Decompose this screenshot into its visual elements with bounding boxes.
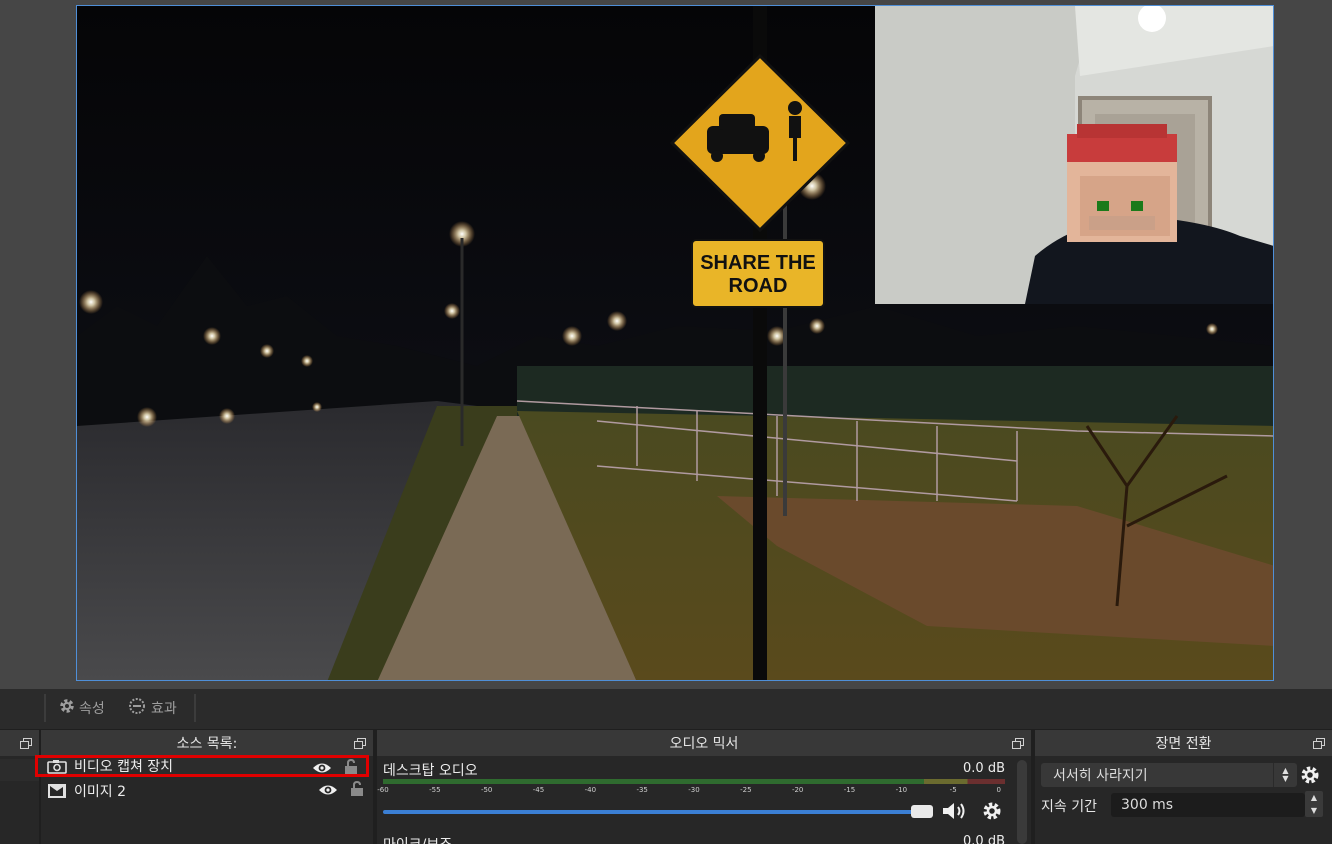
transition-select[interactable]: 서서히 사라지기 ▲ ▼ <box>1041 763 1297 787</box>
tick-label: -55 <box>429 786 441 794</box>
filters-button[interactable]: 효과 <box>128 695 177 721</box>
filter-icon <box>128 697 148 719</box>
tick-label: -30 <box>688 786 700 794</box>
duration-input[interactable]: 300 ms <box>1111 793 1305 817</box>
scene-list-item[interactable] <box>0 759 39 781</box>
webcam-overlay[interactable] <box>875 6 1273 304</box>
undock-icon[interactable] <box>354 738 366 749</box>
tick-label: 0 <box>996 786 1001 794</box>
mixer-title: 오디오 믹서 <box>669 736 739 752</box>
scenes-dock <box>0 730 39 844</box>
sign-line1: SHARE THE <box>700 252 816 274</box>
volume-meter <box>383 779 1005 784</box>
duration-spinner[interactable]: ▲ ▼ <box>1305 791 1323 817</box>
chevron-down-icon[interactable]: ▼ <box>1311 806 1317 815</box>
transitions-dock-title: 장면 전환 <box>1035 730 1332 756</box>
duration-label: 지속 기간 <box>1041 799 1097 815</box>
preview-toolbar: 속성 효과 <box>0 689 1332 729</box>
visibility-eye-icon[interactable] <box>312 761 332 779</box>
sources-dock: 소스 목록: 비디오 캡쳐 장치 이미지 2 <box>35 730 373 844</box>
gear-icon <box>58 697 76 719</box>
volume-slider[interactable] <box>383 810 931 814</box>
channel-db-desktop: 0.0 dB <box>963 761 1005 776</box>
image-icon <box>46 783 68 799</box>
tick-label: -35 <box>636 786 648 794</box>
volume-slider-handle[interactable] <box>911 805 933 818</box>
tick-label: -50 <box>480 786 493 794</box>
filters-label: 효과 <box>151 701 177 717</box>
audio-mixer-dock: 오디오 믹서 데스크탑 오디오 0.0 dB -60 -55 -50 -45 -… <box>377 730 1031 844</box>
meter-ticks: -60 -55 -50 -45 -40 -35 -30 -25 -20 -15 … <box>377 786 1005 798</box>
properties-label: 속성 <box>79 701 105 717</box>
source-item-image[interactable]: 이미지 2 <box>38 780 372 802</box>
sign-line2: ROAD <box>729 275 788 297</box>
tick-label: -40 <box>584 786 597 794</box>
transitions-dock: 장면 전환 서서히 사라지기 ▲ ▼ 지속 기간 300 ms ▲ ▼ <box>1035 730 1332 844</box>
tick-label: -5 <box>949 786 957 794</box>
tick-label: -45 <box>532 786 545 794</box>
undock-icon[interactable] <box>20 738 32 749</box>
tick-label: -20 <box>791 786 804 794</box>
scenes-dock-title <box>0 730 39 756</box>
channel-name-desktop: 데스크탑 오디오 <box>383 763 478 779</box>
tick-label: -60 <box>377 786 389 794</box>
gear-icon[interactable] <box>1299 764 1321 790</box>
toolbar-divider <box>44 694 46 722</box>
channel-db-mic: 0.0 dB <box>963 834 1005 844</box>
sources-title: 소스 목록: <box>176 736 238 752</box>
transitions-title: 장면 전환 <box>1155 736 1212 752</box>
tick-label: -25 <box>740 786 752 794</box>
tick-label: -10 <box>895 786 908 794</box>
tick-label: -15 <box>843 786 856 794</box>
duration-value: 300 ms <box>1121 797 1174 813</box>
source-item-video-capture[interactable]: 비디오 캡쳐 장치 <box>35 755 369 777</box>
toolbar-divider <box>194 694 196 722</box>
unlock-icon[interactable] <box>350 780 364 801</box>
mixer-scrollbar[interactable] <box>1017 760 1027 844</box>
webcam-image <box>875 6 1273 304</box>
preview-canvas[interactable]: SHARE THE ROAD <box>76 5 1274 681</box>
gear-icon[interactable] <box>981 800 1003 826</box>
chevron-updown-icon: ▲ ▼ <box>1273 763 1297 787</box>
audio-mixer-title: 오디오 믹서 <box>377 730 1031 756</box>
transition-selected: 서서히 사라지기 <box>1053 768 1148 784</box>
chevron-up-icon[interactable]: ▲ <box>1311 793 1317 802</box>
camera-icon <box>46 758 68 774</box>
visibility-eye-icon[interactable] <box>318 783 338 801</box>
sources-dock-title: 소스 목록: <box>41 730 373 756</box>
unlock-icon[interactable] <box>344 758 358 779</box>
undock-icon[interactable] <box>1313 738 1325 749</box>
undock-icon[interactable] <box>1012 738 1024 749</box>
speaker-icon[interactable] <box>941 800 969 826</box>
properties-button[interactable]: 속성 <box>58 695 105 721</box>
channel-name-mic: 마이크/보조 <box>383 834 452 844</box>
preview-area[interactable]: SHARE THE ROAD <box>0 0 1332 689</box>
